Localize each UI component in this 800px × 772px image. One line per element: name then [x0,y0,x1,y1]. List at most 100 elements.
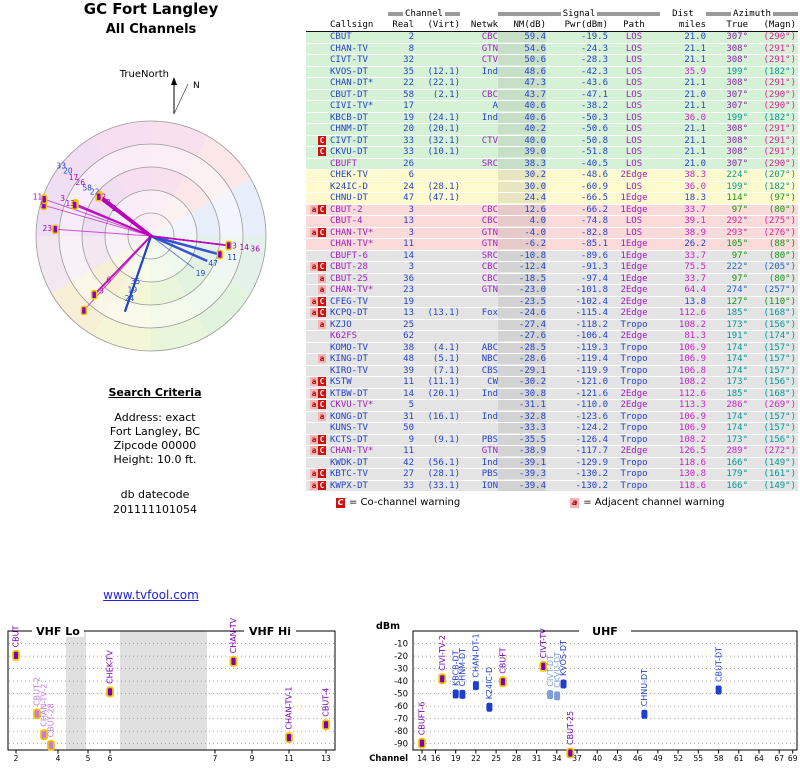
virtual-channel-cell: (12.1) [427,66,460,77]
virtual-channel-cell: (10.1) [427,147,460,158]
miles-cell: 36.0 [684,181,706,192]
azimuth-true-cell: 173° [726,434,748,445]
virtual-channel-cell: (9.1) [432,434,460,445]
azimuth-true-cell: 97° [731,273,748,284]
real-channel-cell: 47 [403,193,414,204]
y-tick-label: -50 [394,690,408,700]
co-channel-badge-icon: C [318,296,326,306]
miles-cell: 21.1 [684,78,706,89]
adjacent-badge-icon: a [310,400,318,410]
criteria-line: Fort Langley, BC [109,425,201,438]
nm-cell: 39.0 [498,147,546,157]
table-row: a C CBUT-2 3 CBC 12.6 -66.2 1Edge 33.7 97° (80°) [306,204,798,216]
station-marker [554,691,561,701]
virtual-channel-cell: (33.1) [427,480,460,491]
callsign-cell: KWDK-DT [330,457,368,468]
azimuth-true-cell: 199° [726,112,748,123]
azimuth-true-cell: 174° [726,423,748,434]
adjacent-badge-icon: a [310,296,318,306]
x-tick-label: 16 [431,754,441,763]
path-cell: Tropo [620,365,648,376]
table-row: a KING-DT 48 (5.1) NBC -28.6 -119.4 Tropo 106.9 1… [306,354,798,366]
table-row: a C CHAN-TV* 11 GTN -38.9 -117.7 2Edge 126.5 289°… [306,446,798,458]
path-cell: Tropo [620,423,648,434]
nm-cell: 47.3 [498,78,546,88]
power-cell: -24.3 [580,43,608,54]
azimuth-true-cell: 199° [726,181,748,192]
azimuth-true-cell: 308° [726,78,748,89]
azimuth-true-cell: 114° [726,193,748,204]
x-tick-label: 55 [694,754,704,763]
real-channel-cell: 19 [403,112,414,123]
x-tick-label: 43 [613,754,623,763]
power-cell: -124.2 [575,423,608,434]
miles-cell: 21.1 [684,147,706,158]
azimuth-magn-cell: (161°) [763,469,796,480]
network-cell: SRC [481,250,498,261]
virtual-channel-cell: (20.1) [427,124,460,135]
real-channel-cell: 25 [403,319,414,330]
station-channel-label: 13 [66,199,76,208]
miles-cell: 113.3 [678,400,706,411]
real-channel-cell: 17 [403,101,414,112]
signal-strength-chart: -10 -20 -30 -40 -50 -60 -70 -80 -90 VHF Lo VHF Hi U… [0,580,800,768]
path-cell: Tropo [620,342,648,353]
azimuth-true-cell: 293° [726,227,748,238]
network-cell: Ind [481,388,498,399]
network-cell: SRC [481,158,498,169]
table-row: a C KCTS-DT 9 (9.1) PBS -35.5 -126.4 Tropo 108.2 1… [306,434,798,446]
real-channel-cell: 22 [403,78,414,89]
power-cell: -130.2 [575,480,608,491]
virtual-channel-cell: (32.1) [427,135,460,146]
station-marker [498,676,507,688]
network-cell: CBC [481,262,498,273]
power-cell: -50.6 [580,124,608,135]
nm-cell: 54.6 [498,44,546,54]
real-channel-cell: 11 [403,239,414,250]
network-cell: CBC [481,273,498,284]
power-cell: -85.1 [580,239,608,250]
miles-cell: 106.9 [678,342,706,353]
real-channel-cell: 9 [408,434,414,445]
x-tick-label: 69 [788,754,798,763]
callsign-cell: KWPX-DT [330,480,368,491]
station-label: CHNU-DT [640,669,649,706]
azimuth-magn-cell: (276°) [763,227,796,238]
col-nm: NM(dB) [513,20,546,30]
miles-cell: 108.2 [678,319,706,330]
real-channel-cell: 3 [408,204,414,215]
station-label: CIVI-TV-2 [438,635,447,671]
callsign-cell: CBUFT [330,158,358,169]
table-row: a C CHAN-TV* 3 GTN -4.0 -82.8 LOS 38.9 293° (276°) [306,227,798,239]
legend-co-channel: C = Co-channel warning [336,497,461,508]
station-marker [472,681,479,691]
real-channel-cell: 3 [408,262,414,273]
co-channel-badge-icon: C [318,434,326,444]
power-cell: -129.9 [575,457,608,468]
analog-station-marker [52,224,59,235]
adjacent-badge-icon: a [310,469,318,479]
real-channel-cell: 26 [403,158,414,169]
miles-cell: 75.5 [684,262,706,273]
warning-badges: aC [306,434,328,445]
table-row: a C KCPQ-DT 13 (13.1) Fox -24.6 -115.4 2Edge 112.… [306,308,798,320]
callsign-cell: KBCB-DT [330,112,368,123]
power-cell: -38.2 [580,101,608,112]
miles-cell: 21.0 [684,32,706,43]
station-label: CBUFT [499,647,508,673]
warning-badges: aC [306,446,328,456]
nm-cell: -12.4 [498,262,546,272]
network-cell: GTN [481,446,498,457]
nm-cell: 30.2 [498,170,546,180]
station-channel-label: 11 [33,192,43,201]
co-channel-badge-icon: C [318,446,326,456]
real-channel-cell: 39 [403,365,414,376]
real-channel-cell: 13 [403,308,414,319]
warning-badges: aC [306,400,328,410]
co-channel-badge-icon: C [318,262,326,272]
real-channel-cell: 6 [408,170,414,181]
network-cell: CBC [481,32,498,43]
analog-station-marker [80,305,88,316]
callsign-cell: CKVU-DT [330,147,368,158]
co-channel-badge-icon: C [318,377,326,387]
